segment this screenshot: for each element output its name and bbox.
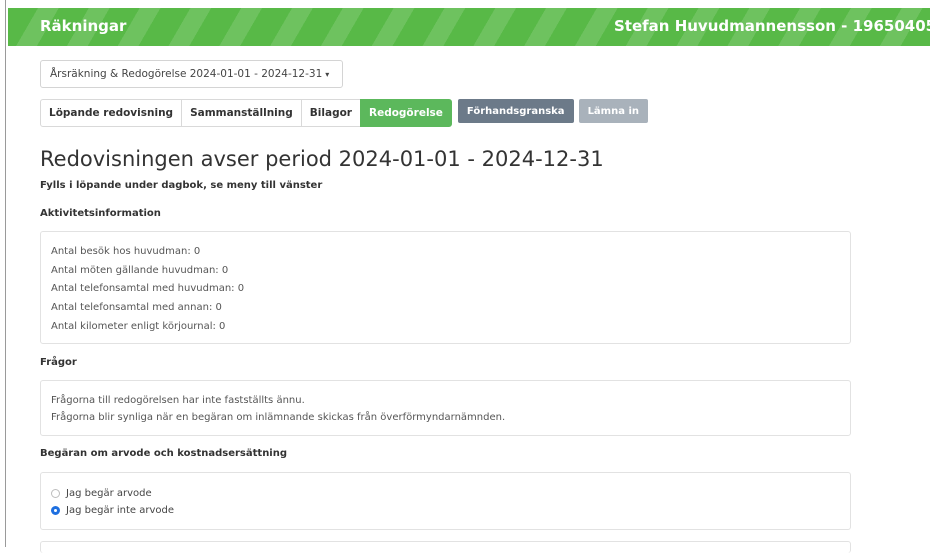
tab-redogorelse[interactable]: Redogörelse: [359, 99, 452, 127]
activity-line: Antal besök hos huvudman: 0: [51, 246, 201, 257]
questions-line: Frågorna blir synliga när en begäran om …: [51, 412, 506, 423]
next-panel: [40, 541, 851, 553]
report-tabs: Löpande redovisning Sammanställning Bila…: [40, 99, 648, 127]
submit-button[interactable]: Lämna in: [578, 99, 648, 123]
activity-panel: Antal besök hos huvudman: 0 Antal möten …: [40, 231, 851, 344]
activity-line: Antal möten gällande huvudman: 0: [51, 264, 229, 276]
window-edge: [5, 0, 6, 547]
activity-line: Antal telefonsamtal med annan: 0: [51, 302, 222, 314]
page-subtitle: Fylls i löpande under dagbok, se meny ti…: [40, 180, 323, 191]
activity-line: Antal telefonsamtal med huvudman: 0: [51, 283, 245, 295]
activity-section-label: Aktivitetsinformation: [40, 208, 161, 219]
tab-lopande-redovisning[interactable]: Löpande redovisning: [40, 99, 183, 127]
fee-option-label[interactable]: Jag begär arvode: [66, 488, 152, 499]
activity-line: Antal kilometer enligt körjournal: 0: [51, 320, 226, 332]
period-dropdown-value: Årsräkning & Redogörelse 2024-01-01 - 20…: [50, 68, 323, 80]
radio-unchecked[interactable]: [51, 489, 60, 498]
questions-panel: Frågorna till redogörelsen har inte fast…: [40, 380, 851, 436]
fee-option-no-request[interactable]: Jag begär inte arvode: [51, 502, 850, 519]
fee-panel: Jag begär arvode Jag begär inte arvode: [40, 472, 851, 530]
app-header: Räkningar Stefan Huvudmannensson - 19650…: [8, 8, 930, 46]
tab-bilagor[interactable]: Bilagor: [300, 99, 361, 127]
page-title: Redovisningen avser period 2024-01-01 - …: [40, 147, 604, 171]
period-dropdown[interactable]: Årsräkning & Redogörelse 2024-01-01 - 20…: [40, 60, 343, 88]
user-name[interactable]: Stefan Huvudmannensson - 19650405-06: [614, 17, 930, 35]
tab-sammanstallning[interactable]: Sammanställning: [181, 99, 302, 127]
fee-option-request[interactable]: Jag begär arvode: [51, 485, 850, 502]
fee-option-label[interactable]: Jag begär inte arvode: [66, 505, 174, 516]
caret-down-icon: ▾: [325, 69, 330, 79]
preview-button[interactable]: Förhandsgranska: [457, 99, 574, 123]
fee-section-label: Begäran om arvode och kostnadsersättning: [40, 448, 288, 459]
questions-line: Frågorna till redogörelsen har inte fast…: [51, 395, 305, 406]
app-title[interactable]: Räkningar: [40, 17, 126, 35]
questions-section-label: Frågor: [40, 357, 77, 368]
radio-checked[interactable]: [51, 506, 60, 515]
